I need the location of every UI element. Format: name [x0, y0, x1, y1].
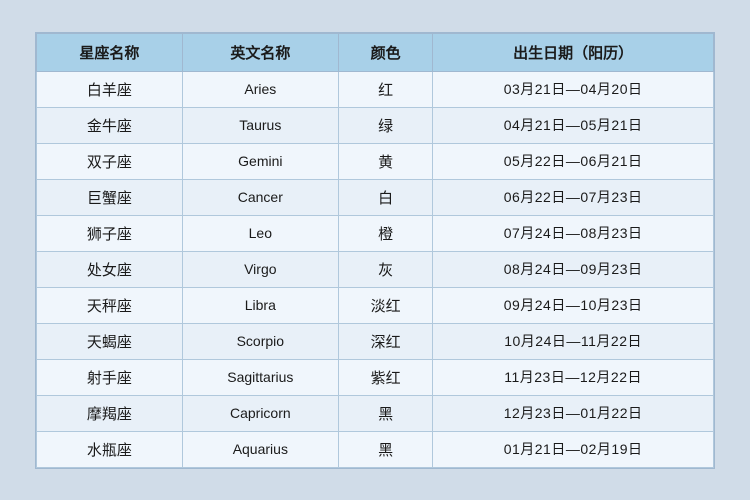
- cell-english-name: Libra: [182, 287, 338, 323]
- cell-color: 橙: [338, 215, 432, 251]
- cell-chinese-name: 金牛座: [37, 107, 183, 143]
- cell-color: 红: [338, 71, 432, 107]
- table-row: 射手座Sagittarius紫红11月23日—12月22日: [37, 359, 714, 395]
- cell-date: 01月21日—02月19日: [433, 431, 714, 467]
- cell-color: 黄: [338, 143, 432, 179]
- cell-date: 05月22日—06月21日: [433, 143, 714, 179]
- cell-color: 紫红: [338, 359, 432, 395]
- cell-date: 03月21日—04月20日: [433, 71, 714, 107]
- cell-date: 10月24日—11月22日: [433, 323, 714, 359]
- cell-english-name: Virgo: [182, 251, 338, 287]
- cell-english-name: Gemini: [182, 143, 338, 179]
- cell-date: 07月24日—08月23日: [433, 215, 714, 251]
- cell-color: 深红: [338, 323, 432, 359]
- cell-english-name: Aries: [182, 71, 338, 107]
- table-row: 处女座Virgo灰08月24日—09月23日: [37, 251, 714, 287]
- cell-color: 灰: [338, 251, 432, 287]
- cell-chinese-name: 处女座: [37, 251, 183, 287]
- table-row: 巨蟹座Cancer白06月22日—07月23日: [37, 179, 714, 215]
- cell-date: 04月21日—05月21日: [433, 107, 714, 143]
- cell-chinese-name: 射手座: [37, 359, 183, 395]
- cell-chinese-name: 双子座: [37, 143, 183, 179]
- cell-date: 11月23日—12月22日: [433, 359, 714, 395]
- table-row: 天秤座Libra淡红09月24日—10月23日: [37, 287, 714, 323]
- table-row: 狮子座Leo橙07月24日—08月23日: [37, 215, 714, 251]
- cell-chinese-name: 天秤座: [37, 287, 183, 323]
- cell-english-name: Capricorn: [182, 395, 338, 431]
- table-row: 金牛座Taurus绿04月21日—05月21日: [37, 107, 714, 143]
- table-header-row: 星座名称 英文名称 颜色 出生日期（阳历）: [37, 33, 714, 71]
- cell-date: 12月23日—01月22日: [433, 395, 714, 431]
- cell-english-name: Sagittarius: [182, 359, 338, 395]
- table-row: 双子座Gemini黄05月22日—06月21日: [37, 143, 714, 179]
- cell-chinese-name: 白羊座: [37, 71, 183, 107]
- col-header-chinese: 星座名称: [37, 33, 183, 71]
- cell-english-name: Taurus: [182, 107, 338, 143]
- cell-english-name: Cancer: [182, 179, 338, 215]
- cell-chinese-name: 天蝎座: [37, 323, 183, 359]
- cell-date: 06月22日—07月23日: [433, 179, 714, 215]
- cell-date: 09月24日—10月23日: [433, 287, 714, 323]
- cell-color: 白: [338, 179, 432, 215]
- cell-english-name: Scorpio: [182, 323, 338, 359]
- table-row: 摩羯座Capricorn黑12月23日—01月22日: [37, 395, 714, 431]
- col-header-color: 颜色: [338, 33, 432, 71]
- cell-chinese-name: 水瓶座: [37, 431, 183, 467]
- cell-color: 黑: [338, 431, 432, 467]
- cell-date: 08月24日—09月23日: [433, 251, 714, 287]
- cell-chinese-name: 狮子座: [37, 215, 183, 251]
- table-row: 白羊座Aries红03月21日—04月20日: [37, 71, 714, 107]
- zodiac-table-container: 星座名称 英文名称 颜色 出生日期（阳历） 白羊座Aries红03月21日—04…: [35, 32, 715, 469]
- cell-chinese-name: 巨蟹座: [37, 179, 183, 215]
- table-row: 水瓶座Aquarius黑01月21日—02月19日: [37, 431, 714, 467]
- col-header-date: 出生日期（阳历）: [433, 33, 714, 71]
- cell-color: 黑: [338, 395, 432, 431]
- cell-english-name: Leo: [182, 215, 338, 251]
- cell-color: 淡红: [338, 287, 432, 323]
- zodiac-table: 星座名称 英文名称 颜色 出生日期（阳历） 白羊座Aries红03月21日—04…: [36, 33, 714, 468]
- col-header-english: 英文名称: [182, 33, 338, 71]
- cell-english-name: Aquarius: [182, 431, 338, 467]
- cell-chinese-name: 摩羯座: [37, 395, 183, 431]
- cell-color: 绿: [338, 107, 432, 143]
- table-row: 天蝎座Scorpio深红10月24日—11月22日: [37, 323, 714, 359]
